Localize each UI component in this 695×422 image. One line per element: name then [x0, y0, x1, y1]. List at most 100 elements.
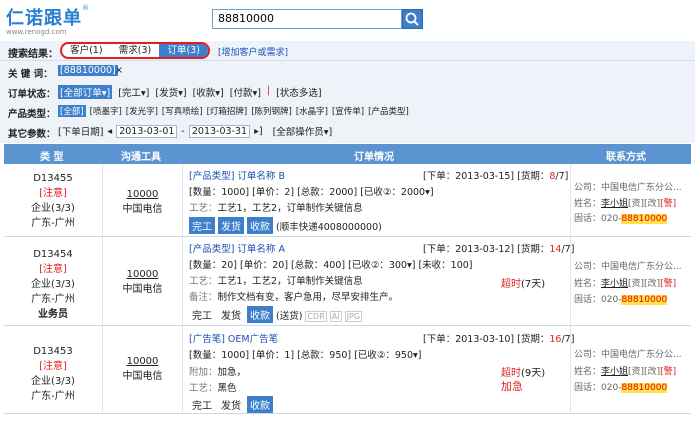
- date-end-input[interactable]: 2013-03-31: [188, 124, 251, 138]
- company: 公司：中国电信广东分公...: [574, 262, 682, 272]
- col-contact: 联系方式: [606, 152, 646, 163]
- note-link[interactable]: [注意]: [4, 357, 102, 372]
- date-prev-icon[interactable]: ◂: [107, 126, 112, 137]
- type-item[interactable]: [水晶字]: [296, 105, 328, 117]
- phone-line: 固话：020-88810000: [574, 380, 668, 393]
- search-icon: [405, 12, 419, 26]
- contact-name[interactable]: 李小姐: [601, 367, 628, 377]
- delivery-total: /7]: [555, 171, 569, 182]
- channel-cell: 10000 中国电信: [103, 326, 183, 413]
- note-link[interactable]: [注意]: [4, 184, 102, 199]
- delivery-label: [货期：: [517, 244, 550, 255]
- keyword-chip[interactable]: [88810000]: [58, 65, 118, 76]
- status-shipped[interactable]: [发货▾]: [155, 85, 186, 99]
- type-item[interactable]: [产品类型]: [368, 105, 409, 117]
- ship-button[interactable]: 发货: [218, 396, 244, 413]
- done-button[interactable]: 完工: [189, 396, 215, 413]
- operator-select[interactable]: [全部操作员▾]: [273, 124, 333, 138]
- channel-number[interactable]: 10000: [103, 189, 182, 200]
- product-link[interactable]: [产品类型] 订单名称 B: [189, 168, 285, 182]
- channel-number[interactable]: 10000: [103, 269, 182, 280]
- receive-button[interactable]: 收款: [247, 217, 273, 234]
- status-paid[interactable]: [付款▾]: [230, 85, 261, 99]
- file-tag-ai[interactable]: AI: [329, 311, 342, 322]
- biz-type[interactable]: 企业(3/3): [4, 372, 102, 387]
- status-done[interactable]: [完工▾]: [118, 85, 149, 99]
- contact-tags[interactable]: [资][改]: [628, 199, 660, 209]
- company: 公司：中国电信广东分公...: [574, 183, 682, 193]
- overdue-days: (9天): [521, 368, 546, 379]
- type-all[interactable]: [全部]: [58, 105, 86, 117]
- biz-type[interactable]: 企业(3/3): [4, 199, 102, 214]
- add-customer-link[interactable]: [增加客户或需求]: [218, 45, 288, 58]
- status-divider: |: [266, 85, 271, 96]
- type-item[interactable]: [发光字]: [126, 105, 158, 117]
- urgent-label: 加急: [501, 380, 523, 393]
- biz-type[interactable]: 企业(3/3): [4, 275, 102, 290]
- file-tag-cdr[interactable]: CDR: [305, 311, 327, 322]
- search-button[interactable]: [402, 9, 423, 29]
- note-link[interactable]: [注意]: [4, 260, 102, 275]
- date-separator: -: [181, 125, 185, 137]
- type-item[interactable]: [写真喷绘]: [162, 105, 203, 117]
- status-received[interactable]: [收款▾]: [193, 85, 224, 99]
- order-cell: [广告笔] OEM广告笔 [下单：2013-03-10] [货期：16/7] […: [183, 326, 574, 413]
- done-button[interactable]: 完工: [189, 217, 215, 234]
- order-date-line: [下单：2013-03-15] [货期：8/7]: [423, 168, 568, 182]
- type-item[interactable]: [陈列钢牌]: [251, 105, 292, 117]
- order-date: [下单：2013-03-12]: [423, 244, 515, 255]
- date-next-icon[interactable]: ▸]: [254, 126, 262, 137]
- contact-tags[interactable]: [资][改]: [628, 279, 660, 289]
- table-header: 类 型 沟通工具 订单情况 联系方式: [4, 144, 691, 164]
- contact-tags[interactable]: [资][改]: [628, 367, 660, 377]
- ship-button[interactable]: 发货: [218, 217, 244, 234]
- date-filter: [下单日期] ◂ 2013-03-01 - 2013-03-31 ▸] [全部操…: [58, 124, 332, 138]
- tab-orders[interactable]: 订单(3): [159, 44, 208, 57]
- done-button[interactable]: 完工: [189, 306, 215, 323]
- logo-reg: ®: [82, 4, 89, 12]
- process-line: 工艺：工艺1，工艺2，订单制作关键信息: [189, 273, 363, 287]
- contact-cell: 公司：中国电信广东分公... 姓名：李小姐[资][改][警] 固话：020-88…: [571, 326, 691, 413]
- phone-highlight: 88810000: [621, 214, 668, 224]
- receive-button[interactable]: 收款: [247, 396, 273, 413]
- process-value: 工艺1，工艺2，订单制作关键信息: [217, 203, 363, 214]
- contact-name[interactable]: 李小姐: [601, 199, 628, 209]
- phone-highlight: 88810000: [621, 383, 668, 393]
- contact-alert[interactable]: [警]: [660, 279, 676, 289]
- tab-requirements[interactable]: 需求(3): [111, 44, 160, 57]
- file-tag-jpg[interactable]: JPG: [344, 311, 363, 322]
- status-multi[interactable]: [状态多选]: [276, 85, 321, 99]
- type-filters: [全部] [喷墨字] [发光字] [写真喷绘] [灯箱招牌] [陈列钢牌] [水…: [58, 105, 409, 117]
- contact-alert[interactable]: [警]: [660, 367, 676, 377]
- order-cell: [产品类型] 订单名称 B [下单：2013-03-15] [货期：8/7] […: [183, 164, 571, 236]
- ship-button[interactable]: 发货: [218, 306, 244, 323]
- contact-line: 姓名：李小姐[资][改][警]: [574, 364, 676, 377]
- date-start-input[interactable]: 2013-03-01: [116, 124, 178, 138]
- order-date-line: [下单：2013-03-12] [货期：14/7]: [423, 241, 574, 255]
- receive-button[interactable]: 收款: [247, 306, 273, 323]
- col-order: 订单情况: [354, 152, 394, 163]
- contact-label: 姓名：: [574, 199, 602, 209]
- order-id: D13454: [33, 249, 73, 260]
- contact-alert[interactable]: [警]: [660, 199, 676, 209]
- delivery-label: [货期：: [517, 171, 550, 182]
- process-value: 工艺1，工艺2，订单制作关键信息: [217, 276, 363, 287]
- phone-label: 固话：020-: [574, 383, 622, 393]
- remark-line: 备注：制作文档有变，客户急用，尽早安排生产。: [189, 289, 398, 303]
- product-link[interactable]: [广告笔] OEM广告笔: [189, 331, 278, 345]
- keyword-clear-icon[interactable]: ×: [115, 65, 123, 76]
- contact-label: 姓名：: [574, 279, 602, 289]
- type-item[interactable]: [宣传单]: [332, 105, 364, 117]
- status-all[interactable]: [全部订单▾]: [58, 85, 113, 99]
- type-item[interactable]: [灯箱招牌]: [207, 105, 248, 117]
- order-id: D13453: [33, 346, 73, 357]
- remark-value: 制作文档有变，客户急用，尽早安排生产。: [217, 292, 399, 303]
- contact-name[interactable]: 李小姐: [601, 279, 628, 289]
- date-type-select[interactable]: [下单日期]: [58, 124, 103, 138]
- type-item[interactable]: [喷墨字]: [90, 105, 122, 117]
- tab-customers[interactable]: 客户(1): [62, 44, 111, 57]
- channel-number[interactable]: 10000: [103, 356, 182, 367]
- search-input[interactable]: 88810000: [212, 9, 402, 29]
- product-link[interactable]: [产品类型] 订单名称 A: [189, 241, 285, 255]
- status-filters: [全部订单▾] [完工▾] [发货▾] [收款▾] [付款▾] | [状态多选]: [58, 85, 322, 99]
